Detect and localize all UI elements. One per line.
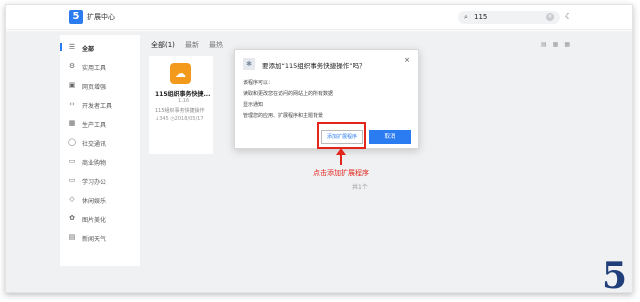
app-window: 5 扩展中心 ⌕ 115 × ☾ ☰ 全部 ⚙ 实用工具 ▣ 网页增强 ‹› 开… — [5, 4, 633, 297]
cancel-button[interactable]: 取消 — [369, 130, 411, 144]
list-view-icon[interactable]: ▤ — [541, 41, 547, 48]
sidebar-item-web-enhance[interactable]: ▣ 网页增强 — [60, 77, 140, 93]
highlight-box — [317, 122, 366, 149]
sidebar-item-label: 新闻天气 — [82, 236, 107, 243]
cloud-icon: ☁ — [170, 63, 191, 84]
bag-icon: ▭ — [68, 157, 76, 165]
sidebar-item-utilities[interactable]: ⚙ 实用工具 — [60, 58, 140, 74]
permission-heading: 该程序可以： — [243, 80, 274, 86]
top-bar: 5 扩展中心 ⌕ 115 × ☾ — [6, 5, 632, 30]
sidebar-item-label: 学习办公 — [82, 179, 107, 186]
flower-icon: ✿ — [69, 214, 75, 222]
close-icon[interactable]: × — [404, 56, 410, 64]
sidebar-item-label: 休闲娱乐 — [82, 198, 107, 205]
code-icon: ‹› — [69, 100, 75, 108]
list-icon: ☰ — [68, 43, 76, 51]
tab-all[interactable]: 全部(1) — [151, 40, 175, 50]
permission-item: 读取和更改您在访问的网站上的所有数据 — [243, 91, 334, 97]
result-count: 共1个 — [352, 184, 368, 191]
sidebar-item-label: 网页增强 — [82, 84, 107, 91]
small-grid-icon[interactable]: ▦ — [553, 41, 559, 48]
large-grid-icon[interactable]: ▦ — [564, 41, 570, 48]
extension-version: 1.16 — [178, 98, 190, 104]
sidebar-item-image[interactable]: ✿ 图片美化 — [60, 210, 140, 226]
sidebar-item-all[interactable]: ☰ 全部 — [60, 39, 140, 55]
sidebar: ☰ 全部 ⚙ 实用工具 ▣ 网页增强 ‹› 开发者工具 ▦ 生产工具 ◯ 社交通… — [60, 35, 140, 266]
sidebar-item-developer-tools[interactable]: ‹› 开发者工具 — [60, 96, 140, 112]
sidebar-item-news[interactable]: ▤ 新闻天气 — [60, 229, 140, 245]
sidebar-item-label: 开发者工具 — [82, 103, 113, 110]
diamond-icon: ◇ — [69, 195, 75, 203]
window-icon: ▣ — [68, 81, 76, 89]
app-logo: 5 — [69, 10, 83, 24]
tab-hottest[interactable]: 最热 — [209, 40, 223, 50]
sidebar-item-label: 商业购物 — [82, 160, 107, 167]
sidebar-item-label: 实用工具 — [82, 65, 107, 72]
dialog-title: 要添加“115组织事务快捷操作”吗？ — [262, 62, 366, 70]
permission-item: 显示通知 — [243, 102, 264, 108]
sidebar-item-social[interactable]: ◯ 社交通讯 — [60, 134, 140, 150]
sidebar-item-entertainment[interactable]: ◇ 休闲娱乐 — [60, 191, 140, 207]
extension-card[interactable]: ☁ 115组织事务快捷... 1.16 115组织事务快捷操作 ↓345 ◷20… — [149, 56, 213, 154]
annotation-text: 点击添加扩展程序 — [313, 169, 369, 177]
sidebar-item-productivity[interactable]: ▦ 生产工具 — [60, 115, 140, 131]
sidebar-item-label: 生产工具 — [82, 122, 107, 129]
briefcase-icon: ▭ — [68, 176, 76, 184]
arrow-head-icon — [336, 148, 346, 155]
search-icon: ⌕ — [464, 13, 468, 21]
chat-icon: ◯ — [68, 138, 76, 146]
gear-icon: ⚙ — [68, 62, 76, 70]
sidebar-item-label: 全部 — [82, 46, 95, 53]
puzzle-icon: ✱ — [243, 58, 255, 70]
app-title: 扩展中心 — [87, 13, 115, 21]
permission-item: 管理您的应用、扩展程序和主题背景 — [243, 113, 324, 119]
search-input[interactable]: 115 — [474, 13, 487, 21]
extension-name: 115组织事务快捷... — [155, 91, 211, 98]
sidebar-item-office[interactable]: ▭ 学习办公 — [60, 172, 140, 188]
watermark-logo: 5 — [602, 255, 628, 297]
newspaper-icon: ▤ — [68, 233, 76, 241]
tab-newest[interactable]: 最新 — [185, 40, 199, 50]
view-toggle: ▤ ▦ ▦ — [541, 41, 576, 48]
dark-mode-icon[interactable]: ☾ — [565, 12, 572, 21]
sidebar-item-label: 图片美化 — [82, 217, 107, 224]
sidebar-item-label: 社交通讯 — [82, 141, 107, 148]
extension-description: 115组织事务快捷操作 — [155, 108, 205, 114]
clear-search-icon[interactable]: × — [546, 13, 554, 21]
extension-stats: ↓345 ◷2018/05/17 — [155, 116, 204, 122]
sidebar-item-shopping[interactable]: ▭ 商业购物 — [60, 153, 140, 169]
grid-icon: ▦ — [68, 119, 76, 127]
search-box[interactable]: ⌕ 115 × — [458, 11, 560, 24]
